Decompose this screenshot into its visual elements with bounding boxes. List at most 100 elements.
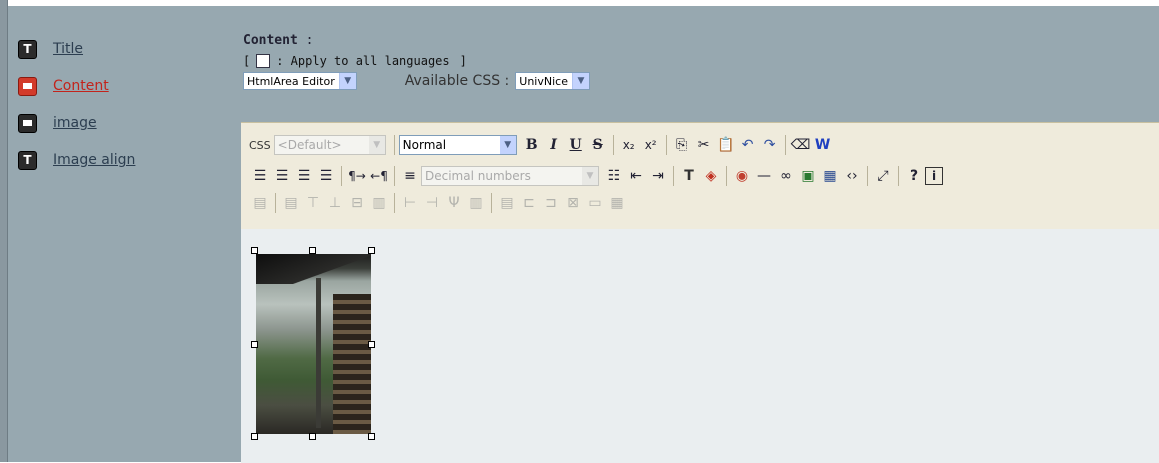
insert-col-before-icon[interactable]: ⊢ [399, 192, 421, 214]
redo-icon[interactable]: ↷ [759, 134, 781, 156]
indent-icon[interactable]: ⇥ [647, 165, 669, 187]
editor-type-select[interactable]: HtmlArea Editor ▼ [243, 72, 357, 90]
bold-icon[interactable]: B [521, 134, 543, 156]
resize-handle-n[interactable] [309, 247, 316, 254]
rtl-icon[interactable]: ←¶ [368, 165, 390, 187]
sidebar-item-label[interactable]: image [53, 115, 97, 131]
cut-icon[interactable]: ✂ [693, 134, 715, 156]
chevron-down-icon[interactable]: ▼ [582, 167, 598, 185]
horizontal-rule-icon[interactable]: — [753, 165, 775, 187]
insert-cell-after-icon[interactable]: ⊐ [540, 192, 562, 214]
table-properties-icon[interactable]: ▤ [249, 192, 271, 214]
split-cell-icon[interactable]: ▦ [606, 192, 628, 214]
text-color-icon[interactable]: T [678, 165, 700, 187]
superscript-icon[interactable]: x² [640, 134, 662, 156]
delete-col-icon[interactable]: Ψ [443, 192, 465, 214]
strikethrough-icon[interactable]: S [587, 134, 609, 156]
rich-text-icon [18, 76, 37, 96]
selected-image[interactable] [251, 247, 375, 440]
toolbar-separator [341, 166, 342, 186]
toolbar-separator [784, 135, 786, 155]
chevron-down-icon[interactable]: ▼ [368, 136, 385, 154]
available-css-value: UnivNice [519, 74, 568, 88]
split-row-icon[interactable]: ▥ [368, 192, 390, 214]
toolbar-separator [898, 166, 899, 186]
help-icon[interactable]: ? [903, 165, 925, 187]
resize-handle-nw[interactable] [251, 247, 258, 254]
outdent-icon[interactable]: ⇤ [625, 165, 647, 187]
toolbar-separator [612, 135, 614, 155]
apply-all-label: : Apply to all languages [276, 54, 450, 68]
insert-cell-before-icon[interactable]: ⊏ [518, 192, 540, 214]
resize-handle-ne[interactable] [368, 247, 375, 254]
resize-handle-sw[interactable] [251, 433, 258, 440]
list-style-select[interactable]: Decimal numbers ▼ [421, 166, 599, 186]
delete-cell-icon[interactable]: ⊠ [562, 192, 584, 214]
ordered-list-icon[interactable]: ≡ [399, 165, 421, 187]
chevron-down-icon[interactable]: ▼ [571, 73, 589, 89]
available-css-select[interactable]: UnivNice ▼ [515, 72, 590, 90]
about-icon[interactable]: i [925, 167, 943, 185]
sidebar-item-label[interactable]: Image align [53, 152, 135, 168]
editor-options-row: HtmlArea Editor ▼ Available CSS : UnivNi… [243, 72, 590, 90]
format-block-select[interactable]: Normal ▼ [398, 135, 517, 155]
align-right-icon[interactable]: ☰ [293, 165, 315, 187]
merge-cells-icon[interactable]: ▭ [584, 192, 606, 214]
sidebar-item-content[interactable]: Content [18, 73, 218, 99]
content-header: Content : [ : Apply to all languages ] H… [243, 33, 590, 90]
apply-all-languages-checkbox[interactable] [256, 54, 271, 68]
align-left-icon[interactable]: ☰ [249, 165, 271, 187]
eraser-icon[interactable]: ⌫ [790, 134, 812, 156]
insert-table-icon[interactable]: ▦ [819, 165, 841, 187]
delete-row-icon[interactable]: ⊟ [346, 192, 368, 214]
align-justify-icon[interactable]: ☰ [315, 165, 337, 187]
italic-icon[interactable]: I [543, 134, 565, 156]
sidebar-item-image[interactable]: image [18, 110, 218, 136]
insert-row-before-icon[interactable]: ⊤ [302, 192, 324, 214]
resize-handle-e[interactable] [368, 341, 375, 348]
underline-icon[interactable]: U [565, 134, 587, 156]
html-editor[interactable]: CSS <Default> ▼ Normal ▼ B I U S x₂ x² ⎘… [241, 122, 1159, 463]
toolbar-separator [673, 166, 674, 186]
editor-toolbar: CSS <Default> ▼ Normal ▼ B I U S x₂ x² ⎘… [241, 123, 1159, 229]
sidebar-item-title[interactable]: T Title [18, 36, 218, 62]
link-icon[interactable]: ∞ [775, 165, 797, 187]
undo-icon[interactable]: ↶ [737, 134, 759, 156]
subscript-icon[interactable]: x₂ [618, 134, 640, 156]
sidebar-item-label[interactable]: Title [53, 41, 83, 57]
html-source-icon[interactable]: ‹› [841, 165, 863, 187]
fullscreen-icon[interactable]: ⤢ [872, 165, 894, 187]
unordered-list-icon[interactable]: ☷ [603, 165, 625, 187]
editor-type-value: HtmlArea Editor [247, 74, 335, 88]
align-center-icon[interactable]: ☰ [271, 165, 293, 187]
split-col-icon[interactable]: ▥ [465, 192, 487, 214]
field-title: Content : [243, 33, 590, 48]
insert-object-icon[interactable]: ◉ [731, 165, 753, 187]
insert-image-icon[interactable]: ▣ [797, 165, 819, 187]
sidebar-item-image-align[interactable]: T Image align [18, 147, 218, 173]
row-properties-icon[interactable]: ▤ [280, 192, 302, 214]
chevron-down-icon[interactable]: ▼ [499, 136, 516, 154]
ltr-icon[interactable]: ¶→ [346, 165, 368, 187]
resize-handle-s[interactable] [309, 433, 316, 440]
list-style-value: Decimal numbers [425, 169, 531, 183]
toolbar-row-1: CSS <Default> ▼ Normal ▼ B I U S x₂ x² ⎘… [249, 133, 834, 157]
toolbar-separator [393, 135, 395, 155]
background-color-icon[interactable]: ◈ [700, 165, 722, 187]
field-title-text: Content [243, 33, 298, 48]
image-field-icon [18, 113, 37, 133]
css-class-select[interactable]: <Default> ▼ [273, 135, 386, 155]
resize-handle-w[interactable] [251, 341, 258, 348]
chevron-down-icon[interactable]: ▼ [338, 73, 356, 89]
text-field-icon: T [18, 150, 37, 170]
copy-icon[interactable]: ⎘ [671, 134, 693, 156]
toolbar-separator [394, 193, 395, 213]
insert-row-after-icon[interactable]: ⊥ [324, 192, 346, 214]
resize-handle-se[interactable] [368, 433, 375, 440]
cell-properties-icon[interactable]: ▤ [496, 192, 518, 214]
paste-icon[interactable]: 📋 [715, 134, 737, 156]
sidebar-item-label[interactable]: Content [53, 78, 109, 94]
field-sidebar: T Title Content image T Image align [18, 36, 218, 184]
insert-col-after-icon[interactable]: ⊣ [421, 192, 443, 214]
word-clean-icon[interactable]: W [812, 134, 834, 156]
